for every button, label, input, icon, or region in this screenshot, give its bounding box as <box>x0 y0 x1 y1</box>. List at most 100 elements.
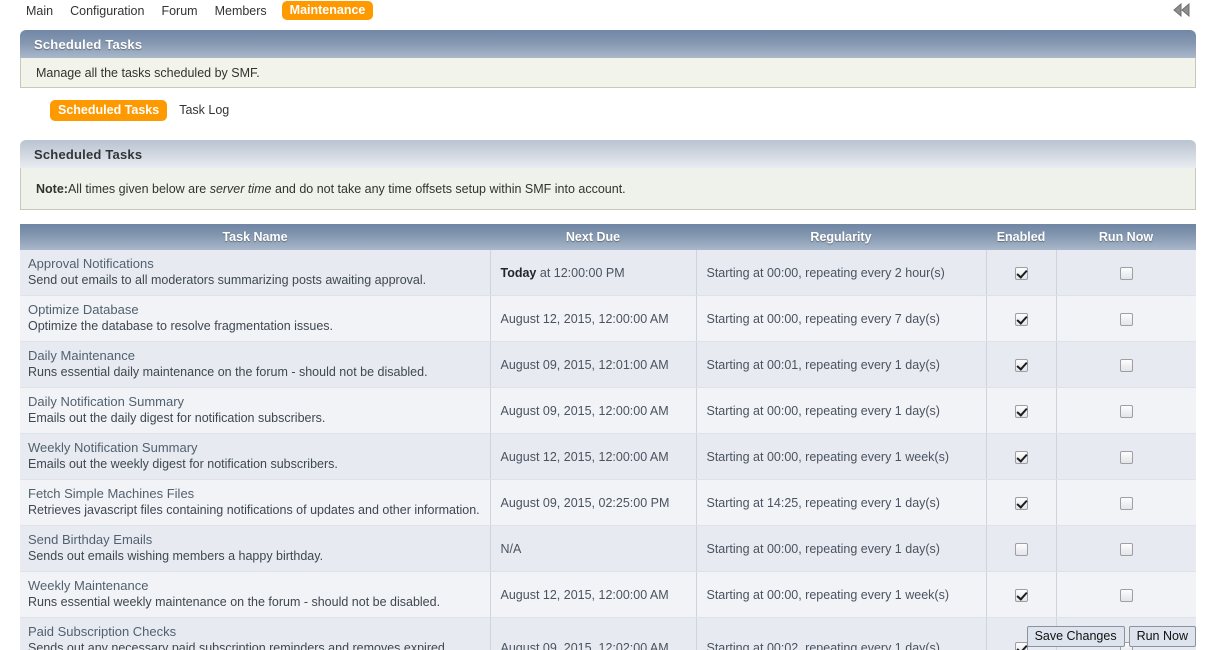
tab-task-log[interactable]: Task Log <box>179 103 229 117</box>
cell-next-due: August 09, 2015, 12:01:00 AM <box>489 341 696 388</box>
table-row: Daily Maintenance Runs essential daily ma… <box>20 341 1196 388</box>
cell-regularity: Starting at 00:02, repeating every 1 day… <box>695 617 986 650</box>
task-title[interactable]: Send Birthday Emails <box>28 532 482 548</box>
task-title[interactable]: Fetch Simple Machines Files <box>28 486 482 502</box>
nav-item-configuration[interactable]: Configuration <box>70 4 144 18</box>
cell-next-due: Today at 12:00:00 PM <box>489 250 696 296</box>
table-row: Weekly Notification Summary Emails out th… <box>20 433 1196 480</box>
next-due-value: August 09, 2015, 12:01:00 AM <box>500 357 669 372</box>
cell-next-due: August 12, 2015, 12:00:00 AM <box>489 433 696 480</box>
note-emphasis: server time <box>209 181 272 196</box>
run-now-checkbox[interactable] <box>1119 450 1133 464</box>
cell-next-due: August 09, 2015, 12:00:00 AM <box>489 387 696 434</box>
enabled-checkbox[interactable] <box>1014 542 1028 556</box>
cell-task-name: Weekly Maintenance Runs essential weekly … <box>20 571 490 618</box>
cell-run-now <box>1055 250 1196 296</box>
next-due-value: August 12, 2015, 12:00:00 AM <box>500 311 669 326</box>
cell-run-now <box>1055 479 1196 526</box>
nav-item-forum[interactable]: Forum <box>161 4 197 18</box>
next-due-emphasis: Today <box>500 265 537 280</box>
run-now-checkbox[interactable] <box>1119 312 1133 326</box>
enabled-checkbox[interactable] <box>1014 496 1028 510</box>
double-chevron-left-icon[interactable] <box>1171 2 1193 18</box>
note-label: Note: <box>36 181 68 196</box>
cell-next-due: August 09, 2015, 02:25:00 PM <box>489 479 696 526</box>
next-due-value: August 09, 2015, 12:02:00 AM <box>500 641 669 650</box>
cell-next-due: August 09, 2015, 12:02:00 AM <box>489 617 696 650</box>
task-description: Sends out emails wishing members a happy… <box>28 549 324 563</box>
run-now-checkbox[interactable] <box>1119 404 1133 418</box>
column-header-run-now[interactable]: Run Now <box>1056 224 1196 250</box>
table-row: Approval Notifications Send out emails to… <box>20 250 1196 296</box>
enabled-checkbox[interactable] <box>1014 312 1028 326</box>
cell-regularity: Starting at 00:00, repeating every 2 hou… <box>695 250 986 296</box>
cell-regularity: Starting at 14:25, repeating every 1 day… <box>695 479 986 526</box>
next-due-value: August 09, 2015, 02:25:00 PM <box>500 495 670 510</box>
cell-task-name: Approval Notifications Send out emails to… <box>20 250 490 296</box>
cell-next-due: August 12, 2015, 12:00:00 AM <box>489 295 696 342</box>
nav-item-maintenance[interactable]: Maintenance <box>281 1 374 20</box>
page-root: Main Configuration Forum Members Mainten… <box>0 0 1215 650</box>
task-title[interactable]: Paid Subscription Checks <box>28 624 482 640</box>
form-action-buttons: Save Changes Run Now <box>1026 626 1196 647</box>
scheduled-tasks-table: Task Name Next Due Regularity Enabled Ru… <box>20 224 1196 650</box>
cell-enabled <box>985 571 1056 618</box>
enabled-checkbox[interactable] <box>1014 588 1028 602</box>
cell-run-now <box>1055 387 1196 434</box>
task-description: Sends out any necessary paid subscriptio… <box>28 641 445 650</box>
enabled-checkbox[interactable] <box>1014 266 1028 280</box>
cell-task-name: Daily Notification Summary Emails out the… <box>20 387 490 434</box>
cell-task-name: Fetch Simple Machines Files Retrieves jav… <box>20 479 490 526</box>
cell-regularity: Starting at 00:00, repeating every 1 wee… <box>695 433 986 480</box>
enabled-checkbox[interactable] <box>1014 642 1028 650</box>
task-description: Optimize the database to resolve fragmen… <box>28 319 334 333</box>
cell-run-now <box>1055 433 1196 480</box>
run-now-checkbox[interactable] <box>1119 358 1133 372</box>
cell-run-now <box>1055 295 1196 342</box>
column-header-enabled[interactable]: Enabled <box>986 224 1056 250</box>
cell-task-name: Send Birthday Emails Sends out emails wis… <box>20 525 490 572</box>
column-header-next-due[interactable]: Next Due <box>490 224 696 250</box>
cell-enabled <box>985 433 1056 480</box>
task-description: Emails out the weekly digest for notific… <box>28 457 338 471</box>
cell-next-due: N/A <box>489 525 696 572</box>
cell-run-now <box>1055 341 1196 388</box>
tab-scheduled-tasks[interactable]: Scheduled Tasks <box>50 99 168 121</box>
task-title[interactable]: Weekly Notification Summary <box>28 440 482 456</box>
run-now-checkbox[interactable] <box>1119 542 1133 556</box>
task-title[interactable]: Daily Notification Summary <box>28 394 482 410</box>
table-body: Approval Notifications Send out emails to… <box>20 250 1196 650</box>
section-title: Scheduled Tasks <box>20 140 1196 168</box>
cell-enabled <box>985 295 1056 342</box>
cell-task-name: Optimize Database Optimize the database t… <box>20 295 490 342</box>
task-description: Runs essential weekly maintenance on the… <box>28 595 441 609</box>
page-title: Scheduled Tasks <box>20 30 1196 58</box>
task-title[interactable]: Optimize Database <box>28 302 482 318</box>
run-now-button[interactable]: Run Now <box>1128 626 1196 647</box>
task-title[interactable]: Approval Notifications <box>28 256 482 272</box>
sub-tab-bar: Scheduled Tasks Task Log <box>50 99 241 121</box>
task-title[interactable]: Daily Maintenance <box>28 348 482 364</box>
cell-enabled <box>985 387 1056 434</box>
nav-item-main[interactable]: Main <box>26 4 53 18</box>
note-text: Note:All times given below are server ti… <box>36 182 626 196</box>
task-description: Send out emails to all moderators summar… <box>28 273 427 287</box>
column-header-regularity[interactable]: Regularity <box>696 224 986 250</box>
cell-enabled <box>985 525 1056 572</box>
note-text-part1: All times given below are <box>67 181 210 196</box>
enabled-checkbox[interactable] <box>1014 450 1028 464</box>
column-header-task-name[interactable]: Task Name <box>20 224 490 250</box>
note-box: Note:All times given below are server ti… <box>20 168 1196 210</box>
save-changes-button[interactable]: Save Changes <box>1026 626 1125 647</box>
enabled-checkbox[interactable] <box>1014 358 1028 372</box>
task-title[interactable]: Weekly Maintenance <box>28 578 482 594</box>
run-now-checkbox[interactable] <box>1119 496 1133 510</box>
cell-task-name: Daily Maintenance Runs essential daily ma… <box>20 341 490 388</box>
cell-enabled <box>985 479 1056 526</box>
cell-regularity: Starting at 00:00, repeating every 1 wee… <box>695 571 986 618</box>
cell-regularity: Starting at 00:01, repeating every 1 day… <box>695 341 986 388</box>
run-now-checkbox[interactable] <box>1119 588 1133 602</box>
run-now-checkbox[interactable] <box>1119 266 1133 280</box>
enabled-checkbox[interactable] <box>1014 404 1028 418</box>
nav-item-members[interactable]: Members <box>215 4 267 18</box>
